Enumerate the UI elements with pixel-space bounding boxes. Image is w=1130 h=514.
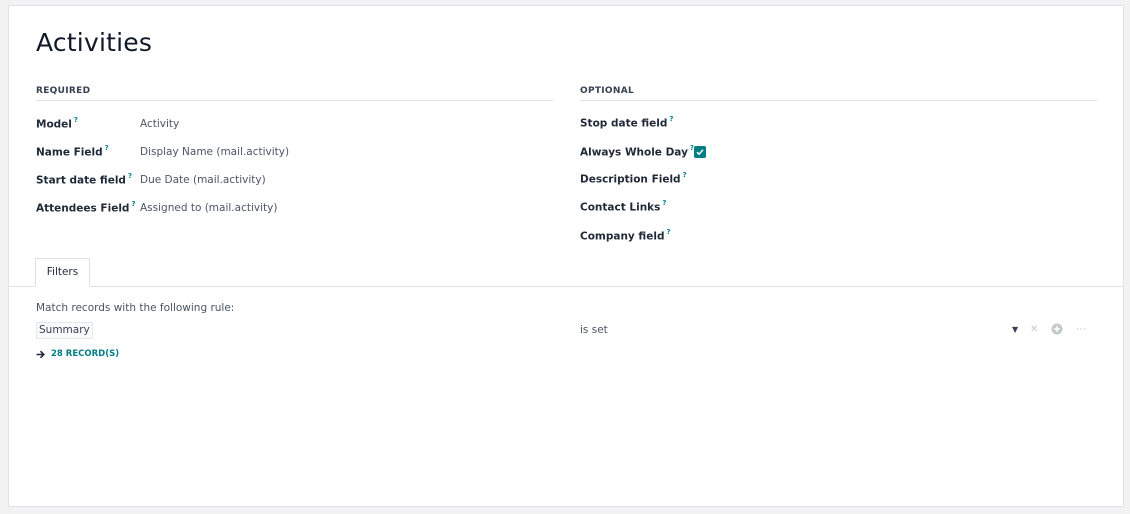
field-label-description: Description Field? bbox=[580, 171, 687, 186]
help-icon[interactable]: ? bbox=[128, 172, 132, 180]
field-value-start-date[interactable]: Due Date (mail.activity) bbox=[140, 174, 266, 186]
field-value-attendees[interactable]: Assigned to (mail.activity) bbox=[140, 202, 277, 214]
help-icon[interactable]: ? bbox=[669, 115, 673, 123]
page-title: Activities bbox=[36, 28, 153, 57]
group-heading-required: REQUIRED bbox=[36, 86, 91, 96]
group-divider-required bbox=[36, 100, 553, 101]
ellipsis-icon[interactable]: ⋯ bbox=[1076, 324, 1086, 336]
filter-intro-text: Match records with the following rule: bbox=[36, 302, 235, 314]
field-label-name: Name Field? bbox=[36, 144, 109, 159]
field-value-model[interactable]: Activity bbox=[140, 118, 179, 130]
tab-filters[interactable]: Filters bbox=[35, 258, 90, 287]
close-icon[interactable]: ✕ bbox=[1030, 324, 1038, 336]
check-icon bbox=[696, 149, 704, 156]
field-label-always-whole-day: Always Whole Day? bbox=[580, 144, 694, 159]
arrow-right-icon bbox=[36, 350, 45, 358]
help-icon[interactable]: ? bbox=[683, 171, 687, 179]
always-whole-day-checkbox[interactable] bbox=[694, 146, 706, 158]
plus-circle-icon[interactable] bbox=[1051, 323, 1063, 339]
tab-divider bbox=[9, 286, 1123, 287]
help-icon[interactable]: ? bbox=[662, 199, 666, 207]
group-divider-optional bbox=[580, 100, 1097, 101]
field-value-description[interactable] bbox=[689, 172, 1089, 186]
form-sheet: Activities REQUIRED Model? Activity Name… bbox=[8, 5, 1124, 507]
filter-path-field[interactable]: Summary bbox=[36, 322, 93, 339]
field-label-company: Company field? bbox=[580, 228, 671, 243]
field-value-name[interactable]: Display Name (mail.activity) bbox=[140, 146, 289, 158]
field-label-attendees: Attendees Field? bbox=[36, 200, 136, 215]
help-icon[interactable]: ? bbox=[666, 228, 670, 236]
field-label-contact-links: Contact Links? bbox=[580, 199, 667, 214]
records-count: 28 RECORD(S) bbox=[51, 349, 120, 359]
group-heading-optional: OPTIONAL bbox=[580, 86, 635, 96]
field-label-start-date: Start date field? bbox=[36, 172, 132, 187]
help-icon[interactable]: ? bbox=[74, 116, 78, 124]
caret-down-icon[interactable]: ▼ bbox=[1012, 324, 1018, 336]
field-label-stop-date: Stop date field? bbox=[580, 115, 674, 130]
help-icon[interactable]: ? bbox=[105, 144, 109, 152]
field-label-model: Model? bbox=[36, 116, 78, 131]
help-icon[interactable]: ? bbox=[131, 200, 135, 208]
filter-operator[interactable]: is set bbox=[580, 324, 608, 336]
field-value-contact-links[interactable] bbox=[689, 200, 1089, 214]
records-link[interactable]: 28 RECORD(S) bbox=[36, 349, 119, 359]
field-value-company[interactable] bbox=[689, 229, 1089, 243]
field-value-stop-date[interactable] bbox=[689, 116, 1089, 130]
